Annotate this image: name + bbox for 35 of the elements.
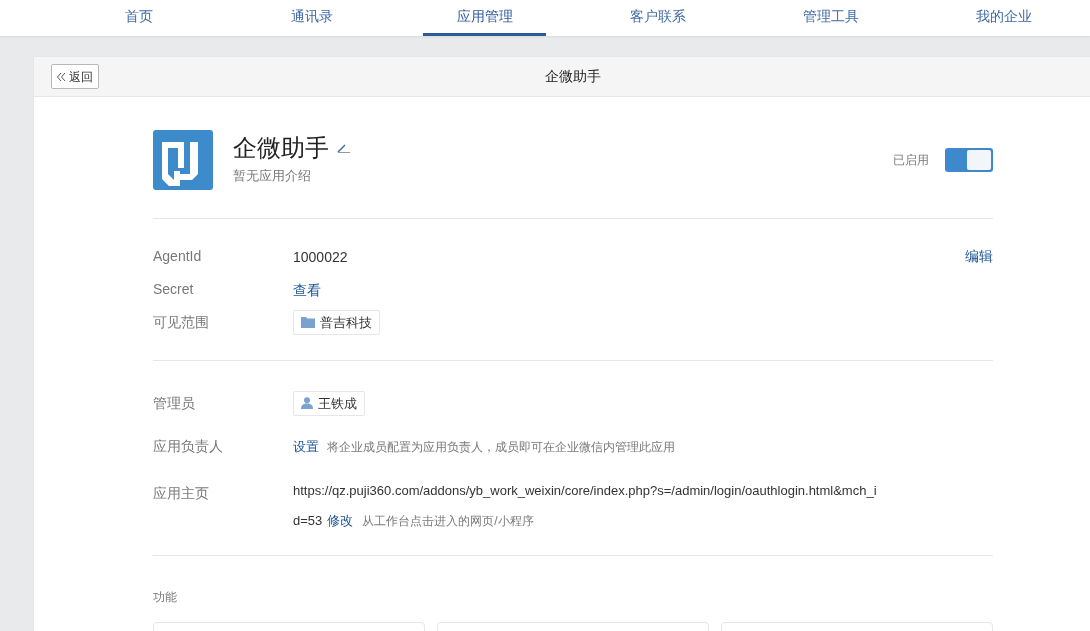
- hint-text: 从工作台点击进入的网页/小程序: [362, 513, 534, 530]
- pencil-icon[interactable]: [337, 143, 351, 153]
- nav-tab[interactable]: 客户联系: [596, 0, 719, 36]
- enable-toggle[interactable]: [945, 148, 993, 172]
- status-label: 已启用: [893, 152, 929, 169]
- nav-tab[interactable]: 通讯录: [250, 0, 373, 36]
- view-link[interactable]: 查看: [293, 281, 321, 298]
- nav-tab[interactable]: 我的企业: [942, 0, 1065, 36]
- folder-icon: [301, 317, 315, 328]
- field-label: Secret: [153, 280, 195, 299]
- person-icon: [301, 397, 313, 410]
- double-chevron-left-icon: [57, 72, 66, 81]
- nav-tab[interactable]: 首页: [77, 0, 200, 36]
- nav-tab[interactable]: 管理工具: [769, 0, 892, 36]
- field-label: 可见范围: [153, 313, 210, 332]
- app-description: 暂无应用介绍: [233, 168, 311, 183]
- set-link[interactable]: 设置: [293, 436, 319, 457]
- member-tag[interactable]: 王铁成: [293, 390, 365, 416]
- field-value: 1000022: [293, 248, 348, 265]
- app-logo-icon: [153, 130, 213, 190]
- homepage-url: d=53: [293, 512, 323, 530]
- page-title: 企微助手: [545, 67, 601, 86]
- section-title: 功能: [153, 590, 177, 604]
- back-button[interactable]: 返回: [51, 64, 99, 89]
- edit-link[interactable]: 编辑: [965, 246, 993, 267]
- field-label: 应用主页: [153, 484, 210, 503]
- field-label: AgentId: [153, 247, 203, 266]
- nav-tab[interactable]: 应用管理: [423, 0, 546, 36]
- homepage-url: https://qz.puji360.com/addons/yb_work_weixin/core/index.php?s=/admin/login/oauthlogin.html&mch_i: [293, 482, 877, 500]
- hint-text: 将企业成员配置为应用负责人，成员即可在企业微信内管理此应用: [327, 438, 675, 456]
- app-name: 企微助手: [233, 133, 329, 163]
- department-tag[interactable]: 普吉科技: [293, 310, 380, 335]
- field-label: 应用负责人: [153, 437, 224, 456]
- modify-link[interactable]: 修改: [327, 508, 354, 533]
- field-label: 管理员: [153, 394, 196, 413]
